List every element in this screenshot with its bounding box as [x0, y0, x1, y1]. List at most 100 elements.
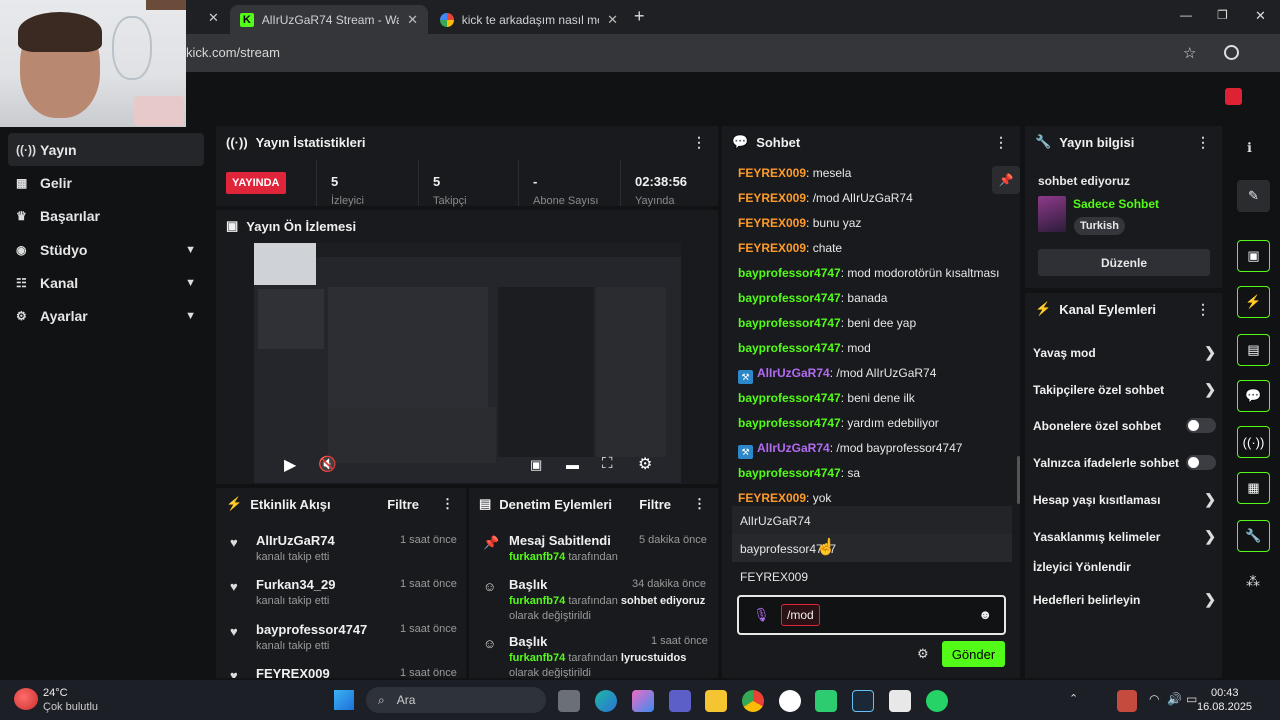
chat-username[interactable]: FEYREX009 [738, 191, 806, 205]
wifi-icon[interactable]: ◠ [1149, 692, 1159, 706]
whatsapp-icon[interactable] [926, 690, 948, 712]
pencil-icon[interactable]: ✎ [1237, 180, 1270, 212]
start-button[interactable] [334, 690, 354, 710]
maximize-button[interactable]: ❐ [1217, 8, 1228, 22]
stream-category[interactable]: Sadece Sohbet [1073, 197, 1159, 211]
action-followers-only[interactable]: Takipçilere özel sohbet ❯ [1033, 381, 1216, 398]
broadcast-icon[interactable]: ((·)) [1237, 426, 1270, 458]
chat-username[interactable]: bayprofessor4747 [738, 266, 841, 280]
pip-icon[interactable]: ▣ [530, 457, 542, 473]
url-field[interactable]: kick.com/stream [186, 45, 280, 60]
more-options-icon[interactable]: ⋮ [692, 134, 706, 151]
tab-google-search[interactable]: kick te arkadaşım nasıl moderat... ✕ [430, 5, 628, 34]
moderator-name[interactable]: furkanfb74 [509, 551, 565, 563]
chat-username[interactable]: bayprofessor4747 [738, 291, 841, 305]
file-explorer-icon[interactable] [705, 690, 727, 712]
mention-suggestion[interactable]: AlIrUzGaR74 [732, 506, 1012, 534]
taskview-icon[interactable] [558, 690, 580, 712]
camera-icon[interactable]: ▣ [1237, 240, 1270, 272]
layout-icon[interactable]: ▦ [1237, 472, 1270, 504]
chrome-icon[interactable] [742, 690, 764, 712]
pin-button[interactable]: 📌 [992, 166, 1020, 194]
chevron-down-icon[interactable]: ▼ [185, 277, 196, 289]
play-icon[interactable]: ▶ [284, 455, 296, 475]
mention-suggestion[interactable]: FEYREX009 [732, 562, 1012, 590]
bolt-icon[interactable]: ⚡ [1237, 286, 1270, 318]
steam-icon[interactable] [852, 690, 874, 712]
weather-temp[interactable]: 24°C [43, 687, 68, 699]
chat-username[interactable]: bayprofessor4747 [738, 341, 841, 355]
edge-icon[interactable] [595, 690, 617, 712]
more-options-icon[interactable]: ⋮ [693, 496, 706, 512]
action-set-goals[interactable]: Hedefleri belirleyin ❯ [1033, 591, 1216, 608]
stream-tag[interactable]: Turkish [1074, 217, 1125, 235]
info-icon[interactable]: ℹ [1247, 140, 1252, 156]
fullscreen-icon[interactable]: ⛶ [602, 455, 613, 472]
chat-input-box[interactable]: 🎙 /mod ☻ [737, 595, 1006, 635]
more-options-icon[interactable]: ⋮ [1196, 134, 1210, 151]
nav-item-gelir[interactable]: ▦ Gelir [8, 166, 204, 199]
wrench-icon[interactable]: 🔧 [1237, 520, 1270, 552]
more-options-icon[interactable]: ⋮ [994, 134, 1008, 151]
activity-user[interactable]: FEYREX009 [256, 666, 330, 678]
chat-username[interactable]: FEYREX009 [738, 491, 806, 505]
chat-username[interactable]: FEYREX009 [738, 216, 806, 230]
mute-icon[interactable]: 🔇 [318, 455, 337, 473]
microphone-tray-icon[interactable] [1117, 690, 1137, 712]
chevron-down-icon[interactable]: ▼ [185, 244, 196, 256]
chat-bubble-icon[interactable]: 💬 [1237, 380, 1270, 412]
nav-item-basarilar[interactable]: ♛ Başarılar [8, 199, 204, 232]
nav-item-ayarlar[interactable]: ⚙ Ayarlar ▼ [8, 299, 204, 332]
emoji-icon[interactable]: ☻ [978, 607, 992, 622]
notes-icon[interactable]: ▤ [1237, 334, 1270, 366]
emotes-only-toggle[interactable] [1186, 455, 1216, 470]
volume-icon[interactable]: 🔊 [1167, 692, 1182, 706]
action-emotes-only[interactable]: Yalnızca ifadelerle sohbet [1033, 455, 1216, 470]
taskbar-search[interactable]: ⌕ Ara [366, 687, 546, 713]
edit-stream-button[interactable]: Düzenle [1038, 249, 1210, 276]
teams-icon[interactable] [669, 690, 691, 712]
theater-icon[interactable]: ▬ [566, 457, 579, 472]
nav-item-studyo[interactable]: ◉ Stüdyo ▼ [8, 233, 204, 266]
chevron-down-icon[interactable]: ▼ [185, 310, 196, 322]
action-banned-words[interactable]: Yasaklanmış kelimeler ❯ [1033, 528, 1216, 545]
chat-username[interactable]: FEYREX009 [738, 166, 806, 180]
share-icon[interactable]: ⁂ [1246, 573, 1260, 590]
nav-item-kanal[interactable]: ☷ Kanal ▼ [8, 266, 204, 299]
chat-scrollbar[interactable] [1017, 456, 1020, 504]
moderator-name[interactable]: furkanfb74 [509, 652, 565, 664]
chat-settings-icon[interactable]: ⚙ [917, 646, 929, 662]
mention-suggestion[interactable]: bayprofessor4747 [732, 534, 1012, 562]
close-window-button[interactable]: ✕ [1255, 8, 1266, 24]
filter-button[interactable]: Filtre [387, 497, 419, 512]
gear-icon[interactable]: ⚙ [638, 454, 652, 474]
more-options-icon[interactable]: ⋮ [441, 496, 454, 512]
filter-button[interactable]: Filtre [639, 497, 671, 512]
battery-icon[interactable]: ▭ [1186, 692, 1197, 706]
more-options-icon[interactable]: ⋮ [1196, 301, 1210, 318]
tab-kick-stream[interactable]: K AlIrUzGaR74 Stream - Watch Li... ✕ [230, 5, 428, 34]
moderator-name[interactable]: furkanfb74 [509, 595, 565, 607]
bookmark-star-icon[interactable]: ☆ [1183, 44, 1196, 62]
microphone-icon[interactable]: 🎙 [753, 607, 770, 623]
action-raid[interactable]: İzleyici Yönlendir [1033, 560, 1216, 574]
chat-username[interactable]: AlIrUzGaR74 [757, 441, 830, 455]
profile-icon[interactable] [1224, 45, 1239, 60]
nav-item-yayin[interactable]: ((·)) Yayın [8, 133, 204, 166]
clock-time[interactable]: 00:43 [1211, 687, 1239, 699]
chat-username[interactable]: bayprofessor4747 [738, 391, 841, 405]
subscribers-only-toggle[interactable] [1186, 418, 1216, 433]
messenger-icon[interactable] [815, 690, 837, 712]
first-tab-close-icon[interactable]: ✕ [208, 10, 219, 26]
chat-username[interactable]: AlIrUzGaR74 [757, 366, 830, 380]
action-subscribers-only[interactable]: Abonelere özel sohbet [1033, 418, 1216, 433]
activity-user[interactable]: AlIrUzGaR74 [256, 533, 335, 548]
chat-username[interactable]: FEYREX009 [738, 241, 806, 255]
chat-username[interactable]: bayprofessor4747 [738, 316, 841, 330]
activity-user[interactable]: Furkan34_29 [256, 577, 336, 592]
close-tab-icon[interactable]: ✕ [607, 12, 618, 28]
action-account-age[interactable]: Hesap yaşı kısıtlaması ❯ [1033, 491, 1216, 508]
tray-chevron-up-icon[interactable]: ⌃ [1069, 692, 1078, 705]
stream-video[interactable]: ▶ 🔇 ▣ ▬ ⛶ ⚙ [254, 243, 681, 483]
send-button[interactable]: Gönder [942, 641, 1005, 667]
